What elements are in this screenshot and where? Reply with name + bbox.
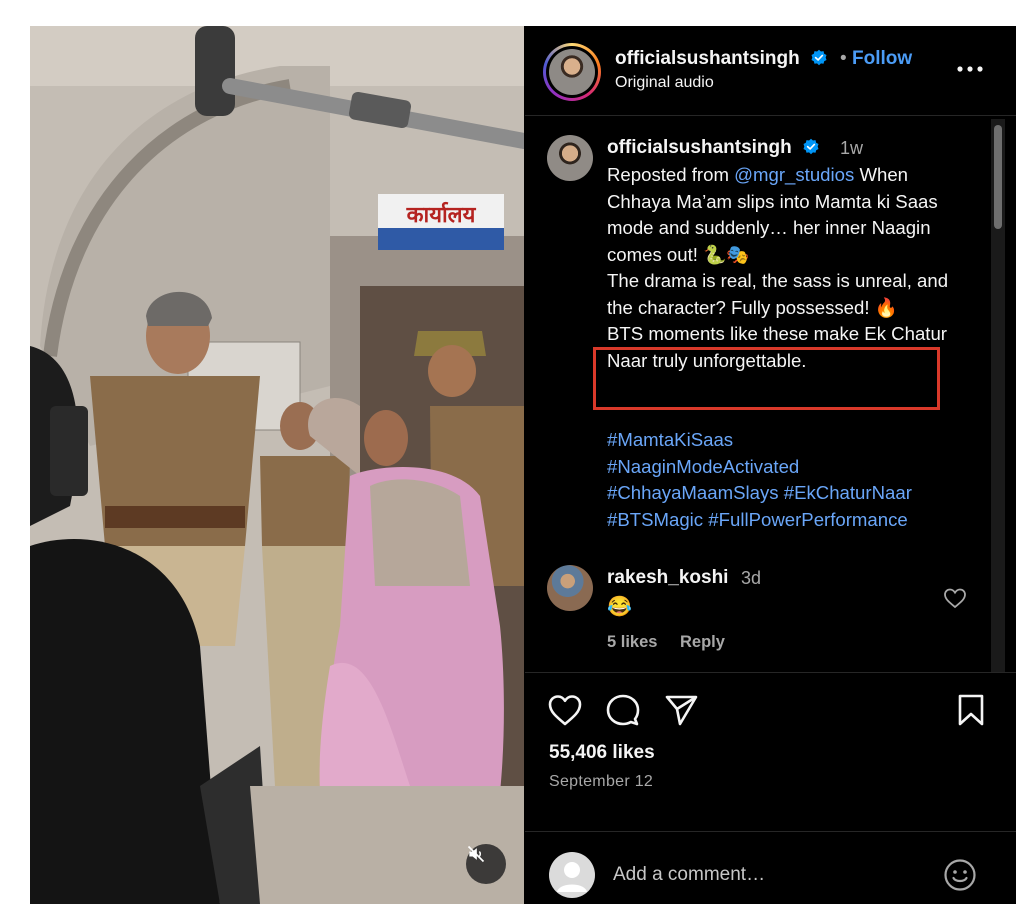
caption-username[interactable]: officialsushantsingh <box>607 137 792 158</box>
comment-like-heart-icon[interactable] <box>943 587 967 609</box>
scrollbar-thumb[interactable] <box>994 125 1002 229</box>
comments-list[interactable]: officialsushantsingh 1w Reposted from @m… <box>525 117 1016 670</box>
hashtag-link[interactable]: #BTSMagic <box>607 509 703 530</box>
repost-prefix: Reposted from <box>607 164 729 185</box>
save-bookmark-icon[interactable] <box>953 693 989 727</box>
reply-button[interactable]: Reply <box>680 633 725 652</box>
video-frame-illustration: कार्यालय <box>30 26 524 904</box>
comment-text: 😂 <box>607 596 632 618</box>
hashtag-link[interactable]: #FullPowerPerformance <box>708 509 907 530</box>
caption-timestamp[interactable]: 1w <box>840 138 863 159</box>
hashtag-link[interactable]: #ChhayaMaamSlays <box>607 482 779 503</box>
add-comment-bar <box>525 831 1016 904</box>
author-username-row: officialsushantsingh <box>615 48 828 70</box>
mute-button[interactable] <box>466 844 506 884</box>
speaker-muted-icon <box>467 845 485 863</box>
video-player[interactable]: कार्यालय <box>30 26 524 904</box>
comment-input[interactable] <box>613 852 913 898</box>
emoji-picker-icon[interactable] <box>943 858 977 892</box>
comment-timestamp[interactable]: 3d <box>741 568 761 589</box>
verified-badge-icon <box>803 138 819 155</box>
comment-bubble-icon[interactable] <box>605 693 641 727</box>
hashtag-list: #MamtaKiSaas #NaaginModeActivated #Chhay… <box>607 427 967 533</box>
audio-link[interactable]: Original audio <box>615 74 714 92</box>
post-header: officialsushantsingh • Follow Original a… <box>525 26 1016 116</box>
caption-text: Reposted from @mgr_studios When Chhaya M… <box>607 162 957 374</box>
mention-link[interactable]: @mgr_studios <box>734 164 854 185</box>
verified-badge-icon <box>811 49 827 66</box>
post-actions: 55,406 likes September 12 <box>525 672 1016 904</box>
caption-paragraph-1: Reposted from @mgr_studios When Chhaya M… <box>607 162 957 268</box>
caption-paragraph-2: The drama is real, the sass is unreal, a… <box>607 270 949 318</box>
default-avatar-icon <box>557 862 587 892</box>
like-heart-icon[interactable] <box>547 693 583 727</box>
hashtag-link[interactable]: #EkChaturNaar <box>784 482 912 503</box>
caption-username-row: officialsushantsingh <box>607 137 820 159</box>
more-options-icon[interactable] <box>955 62 985 76</box>
highlight-annotation-box <box>593 347 940 410</box>
author-avatar[interactable] <box>543 43 601 101</box>
sign-text: कार्यालय <box>406 201 477 228</box>
comments-scrollbar[interactable] <box>991 119 1005 672</box>
author-username[interactable]: officialsushantsingh <box>615 48 800 69</box>
post-modal: कार्यालय officialsushantsingh • Follow O… <box>30 26 1016 904</box>
hashtag-link[interactable]: #NaaginModeActivated <box>607 456 799 477</box>
commenter-avatar[interactable] <box>547 565 593 611</box>
current-user-avatar <box>549 852 595 898</box>
follow-button[interactable]: Follow <box>852 48 912 70</box>
header-separator: • <box>840 48 847 69</box>
likes-count[interactable]: 55,406 likes <box>549 742 655 764</box>
share-send-icon[interactable] <box>663 693 699 727</box>
caption-author-avatar[interactable] <box>547 135 593 181</box>
post-date[interactable]: September 12 <box>549 773 653 791</box>
comment-likes-count[interactable]: 5 likes <box>607 633 657 652</box>
commenter-username[interactable]: rakesh_koshi <box>607 567 728 589</box>
hashtag-link[interactable]: #MamtaKiSaas <box>607 429 733 450</box>
post-details-panel: officialsushantsingh • Follow Original a… <box>525 26 1016 904</box>
